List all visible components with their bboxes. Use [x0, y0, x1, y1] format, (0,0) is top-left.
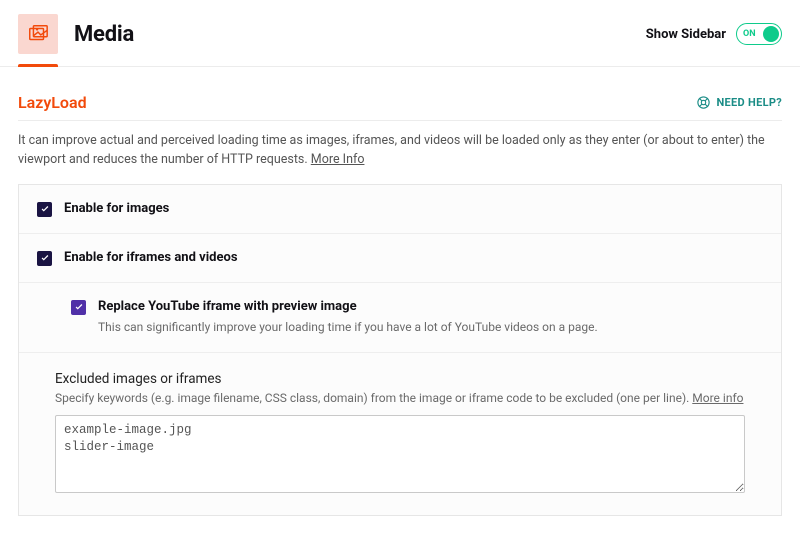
- section-description: It can improve actual and perceived load…: [18, 131, 782, 170]
- check-icon: [40, 204, 50, 214]
- option-enable-iframes: Enable for iframes and videos: [19, 234, 781, 283]
- section-header: LazyLoad NEED HELP?: [18, 93, 782, 121]
- content-area: LazyLoad NEED HELP? It can improve actua…: [0, 67, 800, 516]
- option-body: Enable for images: [64, 201, 763, 216]
- more-info-link[interactable]: More Info: [311, 152, 365, 167]
- option-label: Enable for iframes and videos: [64, 250, 763, 265]
- exclude-sub-text: Specify keywords (e.g. image filename, C…: [55, 391, 692, 405]
- section-title: LazyLoad: [18, 93, 87, 112]
- exclude-textarea[interactable]: [55, 415, 745, 493]
- need-help-link[interactable]: NEED HELP?: [696, 95, 783, 110]
- option-body: Enable for iframes and videos: [64, 250, 763, 265]
- option-youtube-preview: Replace YouTube iframe with preview imag…: [19, 283, 781, 352]
- exclude-subtitle: Specify keywords (e.g. image filename, C…: [55, 391, 745, 405]
- exclude-block: Excluded images or iframes Specify keywo…: [37, 353, 763, 515]
- option-label: Enable for images: [64, 201, 763, 216]
- media-icon: [18, 14, 58, 54]
- option-body: Replace YouTube iframe with preview imag…: [98, 299, 763, 336]
- section-desc-text: It can improve actual and perceived load…: [18, 133, 765, 167]
- checkbox-youtube-preview[interactable]: [71, 300, 86, 315]
- page-title: Media: [74, 22, 134, 47]
- show-sidebar-toggle[interactable]: ON: [736, 23, 782, 45]
- active-tab-indicator: [18, 64, 58, 67]
- option-label: Replace YouTube iframe with preview imag…: [98, 299, 763, 314]
- lifebuoy-icon: [696, 95, 711, 110]
- show-sidebar-label: Show Sidebar: [646, 27, 726, 42]
- checkbox-enable-iframes[interactable]: [37, 251, 52, 266]
- header-left: Media: [18, 14, 134, 54]
- check-icon: [74, 302, 84, 312]
- help-label: NEED HELP?: [717, 96, 783, 109]
- options-panel: Enable for images Enable for iframes and…: [18, 184, 782, 516]
- exclude-more-info-link[interactable]: More info: [692, 391, 743, 405]
- toggle-state-text: ON: [743, 29, 756, 39]
- option-enable-images: Enable for images: [19, 185, 781, 234]
- option-sublabel: This can significantly improve your load…: [98, 318, 763, 336]
- exclude-title: Excluded images or iframes: [55, 371, 745, 387]
- check-icon: [40, 253, 50, 263]
- checkbox-enable-images[interactable]: [37, 202, 52, 217]
- header-right: Show Sidebar ON: [646, 23, 782, 45]
- toggle-knob: [763, 26, 779, 42]
- page-header: Media Show Sidebar ON: [0, 0, 800, 67]
